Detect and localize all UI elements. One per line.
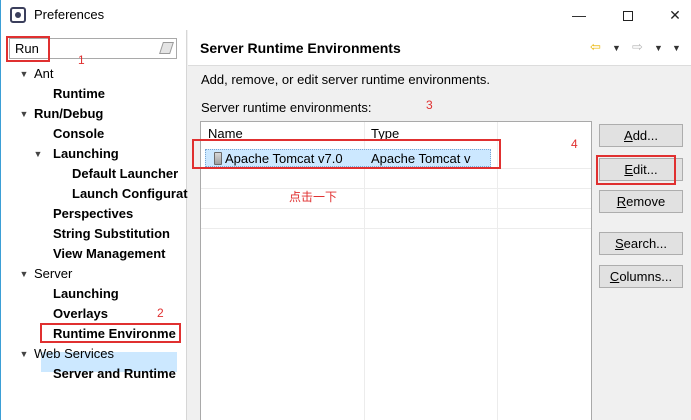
tree-item-label: Perspectives [53, 206, 134, 221]
tree-item-label: Launch Configurat [72, 186, 188, 201]
remove-button-label: Remove [616, 194, 666, 209]
columns-button-label: Columns... [609, 269, 673, 284]
annotation-box-tree-item [40, 323, 181, 343]
expand-twisty-icon[interactable]: ▼ [33, 144, 43, 164]
tree-item[interactable]: Console [1, 124, 187, 144]
tree-item[interactable]: View Management [1, 244, 187, 264]
search-button[interactable]: Search... [599, 232, 683, 255]
page-header: Server Runtime Environments ⇦ ▼ ⇨ ▼ ▼ [188, 30, 691, 66]
preferences-window: Preferences — ✕ Run ▼ Ant Runtime ▼ Run/Debu… [0, 0, 691, 420]
forward-arrow-icon[interactable]: ⇨ [632, 39, 643, 55]
maximize-icon [623, 11, 633, 22]
tree-item[interactable]: Launching [1, 284, 187, 304]
tree-item[interactable]: Launch Configurat [1, 184, 188, 204]
preference-tree-panel: Run ▼ Ant Runtime ▼ Run/Debug Console ▼ Launchi… [1, 30, 188, 420]
tree-item[interactable]: ▼ Web Services [1, 344, 187, 364]
page-description: Add, remove, or edit server runtime envi… [201, 72, 491, 87]
minimize-button[interactable]: — [564, 4, 594, 26]
tree-item-label: View Management [53, 246, 166, 261]
tree-item[interactable]: Default Launcher [1, 164, 187, 184]
row-divider [201, 228, 591, 229]
runtime-list-label: Server runtime environments: [201, 100, 372, 115]
tree-item[interactable]: Server and Runtime [1, 364, 187, 384]
tree-item-label: Ant [34, 66, 54, 81]
tree-item-label: Overlays [53, 306, 108, 321]
tree-item-label: Console [53, 126, 105, 141]
annotation-hint: 点击一下 [289, 190, 338, 204]
expand-twisty-icon[interactable]: ▼ [19, 104, 29, 124]
tree-item[interactable]: String Substitution [1, 224, 187, 244]
tree-item-label: Server [34, 266, 73, 281]
tree-item-label: Default Launcher [72, 166, 179, 181]
back-arrow-icon[interactable]: ⇦ [590, 39, 601, 55]
search-button-label: Search... [614, 236, 668, 251]
window-title: Preferences [34, 7, 105, 22]
tree-item[interactable]: Runtime [1, 84, 187, 104]
view-menu-icon[interactable]: ▼ [672, 43, 681, 53]
expand-twisty-icon[interactable]: ▼ [19, 264, 29, 284]
tree-item-label: Server and Runtime [53, 366, 176, 381]
tree-item-label: String Substitution [53, 226, 170, 241]
clear-filter-icon[interactable] [159, 42, 174, 54]
annotation-number-3: 3 [426, 98, 433, 112]
tree-item-label: Runtime [53, 86, 105, 101]
annotation-box-edit-button [596, 155, 676, 185]
tree-item-label: Web Services [34, 346, 114, 361]
tree-item-label: Launching [53, 286, 119, 301]
add-button-label: Add... [624, 128, 658, 143]
tree-item-label: Run/Debug [34, 106, 104, 121]
title-bar: Preferences — ✕ [1, 0, 691, 30]
annotation-number-2: 2 [157, 306, 164, 320]
annotation-box-table-row [192, 139, 501, 169]
row-divider [201, 188, 591, 189]
expand-twisty-icon[interactable]: ▼ [19, 344, 29, 364]
annotation-number-4: 4 [571, 137, 578, 151]
expand-twisty-icon[interactable]: ▼ [19, 64, 29, 84]
annotation-box-filter [6, 36, 50, 62]
page-title: Server Runtime Environments [200, 40, 401, 56]
back-dropdown-icon[interactable]: ▼ [612, 43, 621, 53]
remove-button[interactable]: Remove [599, 190, 683, 213]
row-divider [201, 208, 591, 209]
tree-item[interactable]: Perspectives [1, 204, 187, 224]
tree-item[interactable]: ▼ Server [1, 264, 187, 284]
tree-item[interactable]: ▼ Run/Debug [1, 104, 187, 124]
eclipse-app-icon [10, 7, 26, 23]
add-button[interactable]: Add... [599, 124, 683, 147]
maximize-button[interactable] [613, 4, 643, 26]
columns-button[interactable]: Columns... [599, 265, 683, 288]
close-button[interactable]: ✕ [660, 4, 690, 26]
tree-item[interactable]: ▼ Launching [1, 144, 187, 164]
tree-item-label: Launching [53, 146, 119, 161]
annotation-number-1: 1 [78, 53, 85, 67]
tree-item[interactable]: ▼ Ant [1, 64, 187, 84]
forward-dropdown-icon[interactable]: ▼ [654, 43, 663, 53]
